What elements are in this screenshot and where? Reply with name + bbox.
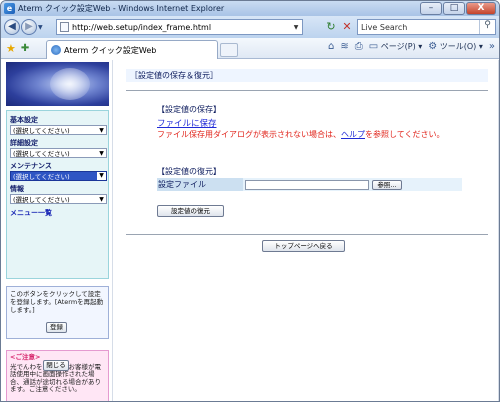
frame-edge bbox=[498, 60, 499, 401]
refresh-button[interactable]: ↻ bbox=[324, 20, 338, 34]
restore-button[interactable]: 設定値の復元 bbox=[157, 205, 224, 217]
search-icon[interactable]: ⚲ bbox=[479, 20, 495, 34]
select-value: (選択してください) bbox=[13, 127, 70, 135]
browse-button[interactable]: 参照... bbox=[372, 179, 402, 190]
close-button[interactable]: 閉じる bbox=[43, 360, 69, 371]
print-icon[interactable]: ⎙ bbox=[355, 41, 363, 52]
select-value: (選択してください) bbox=[13, 150, 70, 158]
page-icon-menu: ▭ bbox=[368, 41, 379, 52]
info-select[interactable]: (選択してください) ▼ bbox=[10, 194, 107, 204]
save-to-file-link[interactable]: ファイルに保存 bbox=[157, 117, 217, 129]
window-controls: – □ X bbox=[420, 2, 496, 15]
gear-icon: ⚙ bbox=[428, 41, 438, 52]
browser-window: e Aterm クイック設定Web - Windows Internet Exp… bbox=[0, 0, 500, 402]
maintenance-select[interactable]: (選択してください) ▼ bbox=[10, 171, 107, 181]
logo-glow bbox=[50, 68, 90, 100]
page-content: 基本設定 (選択してください) ▼ 詳細設定 (選択してください) ▼ メンテナ… bbox=[1, 60, 499, 401]
page-icon bbox=[60, 22, 69, 32]
page-title: ［設定値の保存＆復元］ bbox=[126, 69, 488, 82]
chevron-down-icon: ▼ bbox=[97, 172, 106, 180]
help-prefix: ファイル保存用ダイアログが表示されない場合は、 bbox=[157, 130, 341, 139]
tab-page-icon bbox=[51, 45, 61, 55]
select-value: (選択してください) bbox=[13, 196, 70, 204]
feeds-icon[interactable]: ≋ bbox=[340, 41, 348, 52]
forward-button[interactable]: ▶ bbox=[21, 19, 37, 35]
restore-section-title: 【設定値の復元】 bbox=[157, 167, 221, 176]
favorites-star-icon[interactable]: ★ bbox=[6, 42, 16, 55]
advanced-settings-select[interactable]: (選択してください) ▼ bbox=[10, 148, 107, 158]
menu-list-link[interactable]: メニュー一覧 bbox=[10, 208, 105, 218]
left-frame: 基本設定 (選択してください) ▼ 詳細設定 (選択してください) ▼ メンテナ… bbox=[1, 60, 113, 401]
help-link[interactable]: ヘルプ bbox=[341, 130, 365, 139]
command-bar: ★ ✚ Aterm クイック設定Web ⌂ ≋ ⎙ ▭ ページ(P) ▾ ⚙ ツ… bbox=[1, 38, 499, 59]
tools-menu-label: ツール(O) bbox=[439, 42, 477, 51]
home-icon[interactable]: ⌂ bbox=[328, 41, 334, 52]
tab-label: Aterm クイック設定Web bbox=[64, 45, 157, 55]
navigation-bar: ◀ ▶ ▼ http://web.setup/index_frame.html … bbox=[1, 16, 499, 38]
chevron-down-icon: ▼ bbox=[99, 195, 104, 203]
settings-file-row: 設定ファイル 参照... bbox=[157, 178, 462, 191]
caution-box: <ご注意> 光でんわをご契約のお客様が電話使用中に画面操作された場合、通話が途切… bbox=[6, 350, 109, 401]
search-box[interactable]: Live Search ⚲ bbox=[357, 19, 496, 35]
maximize-button[interactable]: □ bbox=[443, 2, 465, 15]
settings-menu: 基本設定 (選択してください) ▼ 詳細設定 (選択してください) ▼ メンテナ… bbox=[6, 110, 109, 279]
settings-file-label: 設定ファイル bbox=[157, 178, 243, 191]
command-buttons: ⌂ ≋ ⎙ ▭ ページ(P) ▾ ⚙ ツール(O) ▾ » bbox=[328, 41, 495, 52]
main-frame: ［設定値の保存＆復元］ 【設定値の保存】 ファイルに保存 ファイル保存用ダイアロ… bbox=[114, 60, 499, 401]
back-to-top-button[interactable]: トップページへ戻る bbox=[262, 240, 345, 252]
divider bbox=[126, 234, 488, 235]
chevron-down-icon: ▼ bbox=[99, 149, 104, 157]
page-menu-label: ページ(P) bbox=[380, 42, 416, 51]
add-favorite-icon[interactable]: ✚ bbox=[21, 43, 29, 54]
menu-heading-advanced: 詳細設定 bbox=[10, 139, 38, 147]
more-chevron-icon[interactable]: » bbox=[489, 41, 495, 52]
settings-file-input[interactable] bbox=[245, 179, 369, 190]
menu-heading-maintenance: メンテナンス bbox=[10, 162, 52, 170]
tab-aterm[interactable]: Aterm クイック設定Web bbox=[46, 40, 218, 59]
select-value: (選択してください) bbox=[13, 173, 70, 181]
settings-file-cell: 参照... bbox=[243, 178, 462, 191]
window-title: Aterm クイック設定Web - Windows Internet Explo… bbox=[18, 4, 225, 13]
save-section-title: 【設定値の保存】 bbox=[157, 105, 221, 114]
register-notice-text: このボタンをクリックして設定を登録します。[Atermを再起動します。] bbox=[10, 290, 104, 314]
help-message: ファイル保存用ダイアログが表示されない場合は、ヘルプを参照してください。 bbox=[157, 130, 462, 140]
chevron-down-icon: ▼ bbox=[99, 126, 104, 134]
close-window-button[interactable]: X bbox=[466, 2, 496, 15]
address-bar[interactable]: http://web.setup/index_frame.html ▼ bbox=[56, 19, 303, 35]
address-url[interactable]: http://web.setup/index_frame.html bbox=[72, 23, 290, 32]
back-button[interactable]: ◀ bbox=[4, 19, 20, 35]
help-suffix: を参照してください。 bbox=[365, 130, 445, 139]
search-input[interactable]: Live Search bbox=[358, 23, 479, 32]
menu-heading-basic: 基本設定 bbox=[10, 116, 38, 124]
register-button[interactable]: 登録 bbox=[46, 322, 67, 333]
address-dropdown-icon[interactable]: ▼ bbox=[290, 24, 302, 31]
ie-icon: e bbox=[4, 3, 15, 14]
minimize-button[interactable]: – bbox=[420, 2, 442, 15]
basic-settings-select[interactable]: (選択してください) ▼ bbox=[10, 125, 107, 135]
history-dropdown-icon[interactable]: ▼ bbox=[38, 24, 46, 31]
aterm-logo bbox=[6, 62, 109, 106]
new-tab-button[interactable] bbox=[220, 43, 238, 57]
divider bbox=[126, 90, 488, 91]
tools-menu[interactable]: ⚙ ツール(O) ▾ bbox=[428, 41, 483, 52]
menu-heading-info: 情報 bbox=[10, 185, 24, 193]
page-menu[interactable]: ▭ ページ(P) ▾ bbox=[369, 41, 422, 52]
title-bar: e Aterm クイック設定Web - Windows Internet Exp… bbox=[1, 1, 499, 16]
stop-button[interactable]: ✕ bbox=[340, 20, 354, 34]
